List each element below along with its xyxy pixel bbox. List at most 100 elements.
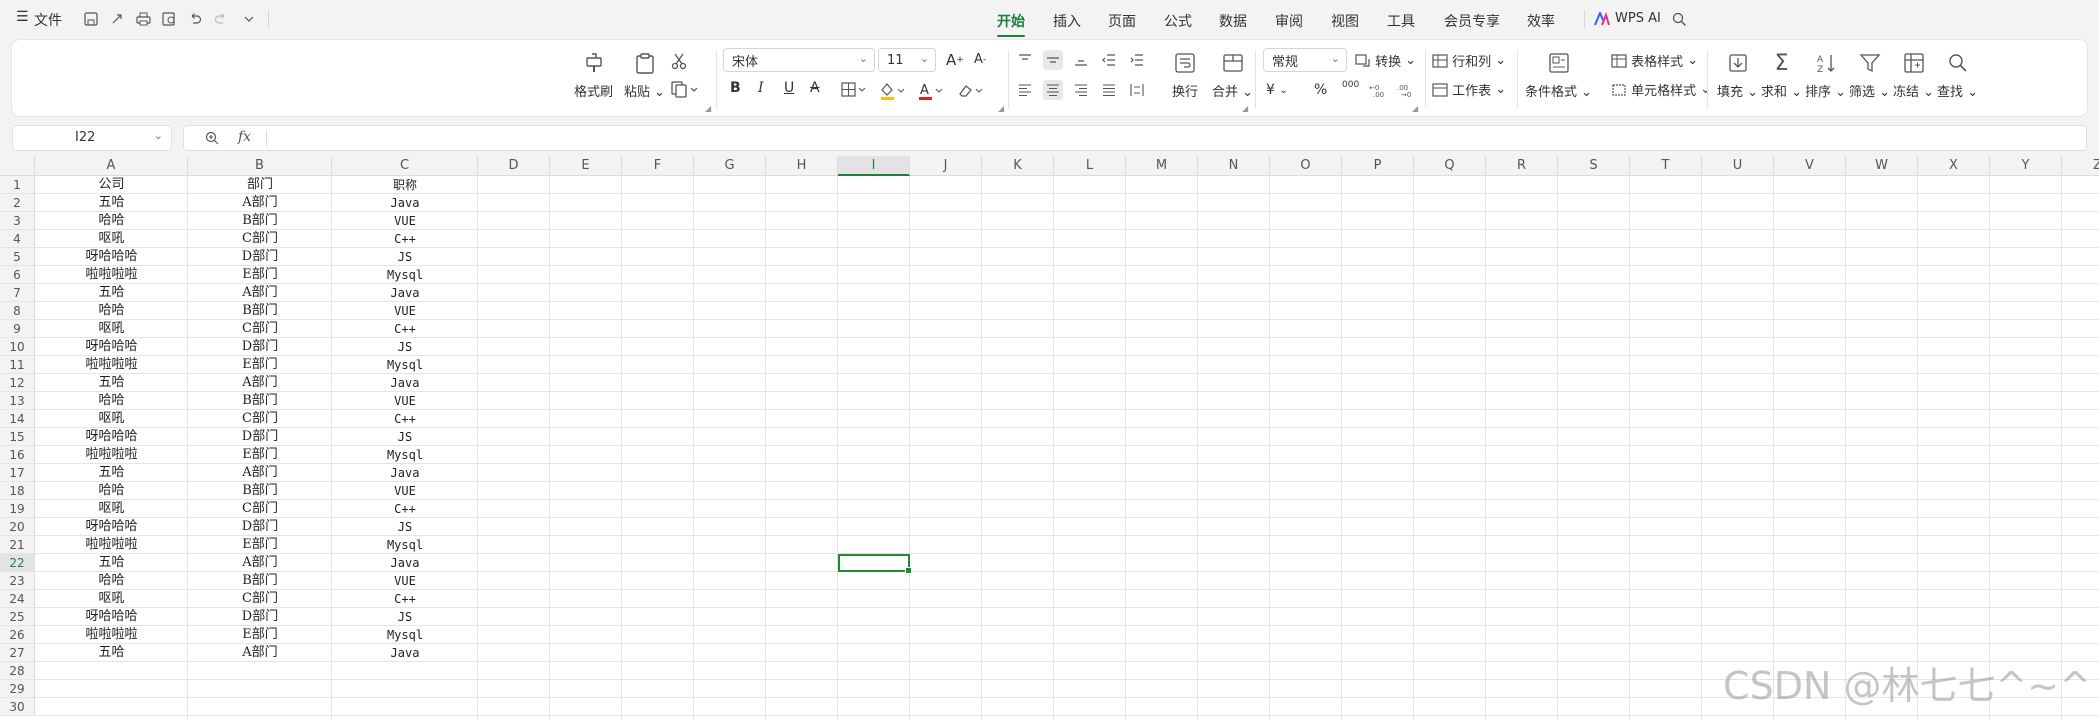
column-header-k[interactable]: K <box>982 156 1054 176</box>
decrease-decimal-icon[interactable]: .00 →0 <box>1396 80 1418 100</box>
column-header-d[interactable]: D <box>478 156 550 176</box>
font-name-select[interactable]: 宋体 ⌄ <box>723 48 875 72</box>
fill-button[interactable]: 填充 ⌄ <box>1717 48 1758 100</box>
column-header-r[interactable]: R <box>1486 156 1558 176</box>
cell-b6[interactable]: E部门 <box>188 266 332 284</box>
cell-b21[interactable]: E部门 <box>188 536 332 554</box>
dialog-launcher-icon[interactable]: ◢ <box>998 104 1004 113</box>
sum-button[interactable]: Σ 求和 ⌄ <box>1761 48 1802 101</box>
row-header-24[interactable]: 24 <box>0 590 35 608</box>
freeze-button[interactable]: 冻结 ⌄ <box>1893 48 1934 100</box>
cell-b8[interactable]: B部门 <box>188 302 332 320</box>
strikethrough-icon[interactable]: A <box>810 80 820 96</box>
cell-a9[interactable]: 呕吼 <box>35 320 188 338</box>
tab-review[interactable]: 审阅 <box>1275 11 1303 31</box>
cell-c15[interactable]: JS <box>332 428 478 446</box>
tab-data[interactable]: 数据 <box>1219 11 1247 31</box>
cell-a5[interactable]: 呀哈哈哈 <box>35 248 188 266</box>
cell-a24[interactable]: 呕吼 <box>35 590 188 608</box>
cell-c7[interactable]: Java <box>332 284 478 302</box>
cell-b7[interactable]: A部门 <box>188 284 332 302</box>
cell-c6[interactable]: Mysql <box>332 266 478 284</box>
search-icon[interactable] <box>1670 10 1688 28</box>
cell-a19[interactable]: 呕吼 <box>35 500 188 518</box>
cell-c20[interactable]: JS <box>332 518 478 536</box>
align-bottom-icon[interactable] <box>1071 50 1091 70</box>
cell-a15[interactable]: 呀哈哈哈 <box>35 428 188 446</box>
cell-b11[interactable]: E部门 <box>188 356 332 374</box>
cell-b25[interactable]: D部门 <box>188 608 332 626</box>
row-header-25[interactable]: 25 <box>0 608 35 626</box>
border-icon[interactable] <box>840 80 868 100</box>
decrease-indent-icon[interactable] <box>1099 50 1119 70</box>
format-painter-button[interactable]: 格式刷 <box>574 48 613 100</box>
row-col-button[interactable]: 行和列 ⌄ <box>1432 51 1506 70</box>
thousands-separator-icon[interactable]: 000 <box>1342 80 1359 90</box>
align-left-icon[interactable] <box>1015 80 1035 100</box>
cell-a7[interactable]: 五哈 <box>35 284 188 302</box>
row-header-19[interactable]: 19 <box>0 500 35 518</box>
row-header-12[interactable]: 12 <box>0 374 35 392</box>
cell-c11[interactable]: Mysql <box>332 356 478 374</box>
column-header-q[interactable]: Q <box>1414 156 1486 176</box>
cell-c19[interactable]: C++ <box>332 500 478 518</box>
row-header-4[interactable]: 4 <box>0 230 35 248</box>
column-header-h[interactable]: H <box>766 156 838 176</box>
row-header-3[interactable]: 3 <box>0 212 35 230</box>
cell-b15[interactable]: D部门 <box>188 428 332 446</box>
column-header-t[interactable]: T <box>1630 156 1702 176</box>
cell-b5[interactable]: D部门 <box>188 248 332 266</box>
column-header-e[interactable]: E <box>550 156 622 176</box>
cell-a3[interactable]: 哈哈 <box>35 212 188 230</box>
row-header-21[interactable]: 21 <box>0 536 35 554</box>
cell-a11[interactable]: 啦啦啦啦 <box>35 356 188 374</box>
formula-input[interactable]: fx <box>183 125 2087 151</box>
cut-icon[interactable] <box>668 50 690 72</box>
cell-c23[interactable]: VUE <box>332 572 478 590</box>
share-icon[interactable] <box>108 10 126 28</box>
column-header-s[interactable]: S <box>1558 156 1630 176</box>
cell-b24[interactable]: C部门 <box>188 590 332 608</box>
increase-font-icon[interactable]: A + <box>946 51 964 69</box>
cell-b9[interactable]: C部门 <box>188 320 332 338</box>
column-header-p[interactable]: P <box>1342 156 1414 176</box>
align-middle-icon[interactable] <box>1043 50 1063 70</box>
underline-icon[interactable]: U <box>784 80 794 96</box>
row-header-9[interactable]: 9 <box>0 320 35 338</box>
cell-c26[interactable]: Mysql <box>332 626 478 644</box>
worksheet-button[interactable]: 工作表 ⌄ <box>1432 80 1506 99</box>
column-header-j[interactable]: J <box>910 156 982 176</box>
row-header-6[interactable]: 6 <box>0 266 35 284</box>
column-header-v[interactable]: V <box>1774 156 1846 176</box>
dialog-launcher-icon[interactable]: ◢ <box>1412 104 1418 113</box>
cell-b13[interactable]: B部门 <box>188 392 332 410</box>
filter-button[interactable]: 筛选 ⌄ <box>1849 48 1890 100</box>
cell-a25[interactable]: 呀哈哈哈 <box>35 608 188 626</box>
cell-a17[interactable]: 五哈 <box>35 464 188 482</box>
copy-icon[interactable] <box>668 78 702 100</box>
cell-c21[interactable]: Mysql <box>332 536 478 554</box>
cell-a14[interactable]: 呕吼 <box>35 410 188 428</box>
cell-b12[interactable]: A部门 <box>188 374 332 392</box>
cell-c3[interactable]: VUE <box>332 212 478 230</box>
row-header-10[interactable]: 10 <box>0 338 35 356</box>
tab-formula[interactable]: 公式 <box>1164 11 1192 31</box>
column-header-a[interactable]: A <box>35 156 188 176</box>
cell-a10[interactable]: 呀哈哈哈 <box>35 338 188 356</box>
italic-icon[interactable]: I <box>758 80 764 96</box>
row-header-15[interactable]: 15 <box>0 428 35 446</box>
row-header-11[interactable]: 11 <box>0 356 35 374</box>
increase-decimal-icon[interactable]: ←0.00 <box>1368 80 1390 100</box>
cell-a12[interactable]: 五哈 <box>35 374 188 392</box>
merge-button[interactable]: 合并 ⌄ <box>1212 48 1253 100</box>
cell-c2[interactable]: Java <box>332 194 478 212</box>
column-header-x[interactable]: X <box>1918 156 1990 176</box>
cell-a23[interactable]: 哈哈 <box>35 572 188 590</box>
tab-page[interactable]: 页面 <box>1108 11 1136 31</box>
row-header-14[interactable]: 14 <box>0 410 35 428</box>
cell-b18[interactable]: B部门 <box>188 482 332 500</box>
spreadsheet-grid[interactable]: ABCDEFGHIJKLMNOPQRSTUVWXYZ 1 2 3 4 5 6 7 8 9 10 11… <box>0 156 2099 720</box>
row-header-2[interactable]: 2 <box>0 194 35 212</box>
tab-insert[interactable]: 插入 <box>1053 11 1081 31</box>
cell-c4[interactable]: C++ <box>332 230 478 248</box>
